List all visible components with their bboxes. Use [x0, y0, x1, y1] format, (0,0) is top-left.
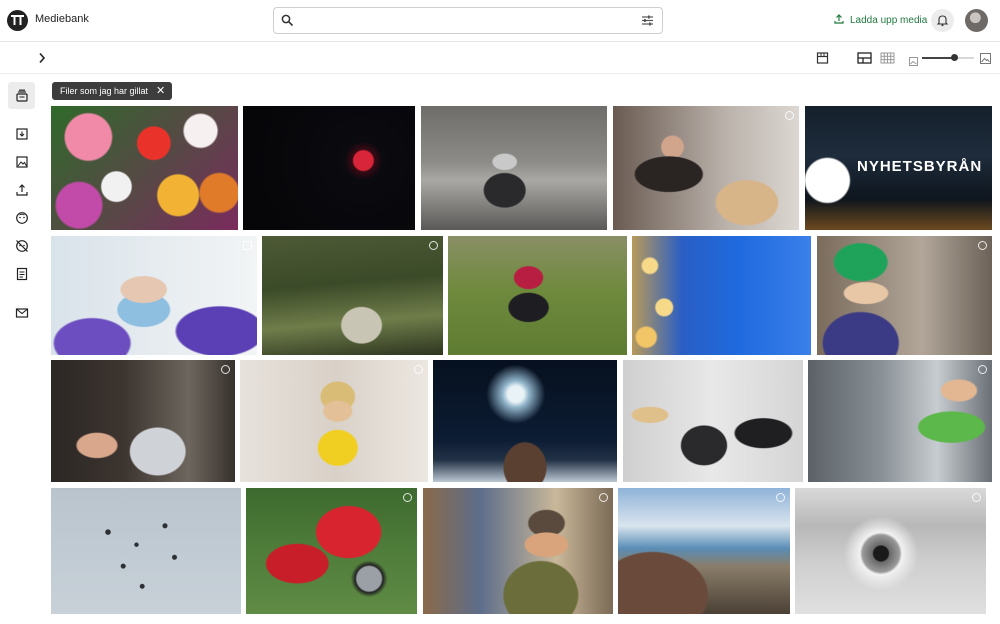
storefront-icon[interactable]	[816, 51, 829, 69]
logo-icon[interactable]	[7, 10, 28, 31]
upload-media-label: Ladda upp media	[850, 15, 928, 26]
small-image-icon	[909, 53, 918, 71]
info-icon	[221, 365, 230, 374]
face-icon	[15, 211, 28, 224]
notifications-button[interactable]	[931, 9, 954, 32]
photo-eye-closeup[interactable]	[795, 488, 986, 614]
sign-text: NYHETSBYRÅN	[857, 158, 983, 175]
sidebar	[0, 74, 44, 624]
mail-icon	[15, 307, 28, 318]
photo-planes-formation[interactable]	[51, 488, 241, 614]
large-image-icon	[980, 51, 991, 69]
photo-lab-vial[interactable]	[51, 236, 257, 355]
photo-birds-lights[interactable]	[632, 236, 811, 355]
filter-chip: Filer som jag har gillat ✕	[52, 82, 173, 100]
photo-runner-legs[interactable]	[448, 236, 627, 355]
photo-flowers[interactable]	[51, 106, 238, 230]
view-toolbar	[0, 42, 1000, 74]
photo-red-vintage-car[interactable]	[246, 488, 417, 614]
archive-icon	[15, 127, 28, 140]
sidebar-item-liked[interactable]	[8, 82, 35, 109]
top-bar: Mediebank Ladda upp media	[0, 0, 1000, 42]
image-icon	[15, 155, 28, 168]
photo-woman-headphones[interactable]	[240, 360, 428, 482]
upload-media-button[interactable]: Ladda upp media	[834, 14, 927, 27]
close-icon[interactable]: ✕	[156, 85, 165, 97]
info-icon	[599, 493, 608, 502]
info-icon	[978, 241, 987, 250]
sidebar-item-archive[interactable]	[8, 120, 35, 147]
face-off-icon	[15, 239, 28, 252]
photo-fireworks-village[interactable]	[433, 360, 617, 482]
zoom-slider-fill	[922, 57, 955, 59]
photo-laptop-typing[interactable]	[51, 360, 235, 482]
stack-icon	[15, 89, 28, 102]
compact-grid-icon[interactable]	[880, 51, 895, 69]
photo-hardhat-worker[interactable]	[817, 236, 992, 355]
shield-icon	[429, 241, 438, 250]
photo-landscape-path[interactable]	[262, 236, 443, 355]
photo-red-moon[interactable]	[243, 106, 415, 230]
chevron-right-icon	[39, 52, 46, 64]
sidebar-item-upload[interactable]	[8, 176, 35, 203]
search-bar	[273, 7, 663, 34]
photo-bus-driver[interactable]	[808, 360, 992, 482]
photo-smiling-man[interactable]	[423, 488, 613, 614]
info-icon	[785, 111, 794, 120]
zoom-slider[interactable]	[922, 54, 974, 61]
info-icon	[403, 493, 412, 502]
photo-mountain-lake[interactable]	[618, 488, 790, 614]
zoom-slider-handle[interactable]	[951, 54, 959, 61]
photo-woman-parcel[interactable]	[613, 106, 799, 230]
document-icon	[16, 267, 27, 280]
upload-icon	[15, 183, 28, 196]
sidebar-item-hidden-faces[interactable]	[8, 232, 35, 259]
photo-cyclist-rain[interactable]	[421, 106, 607, 230]
brand-name: Mediebank	[35, 13, 89, 25]
info-icon	[414, 365, 423, 374]
sidebar-item-messages[interactable]	[8, 299, 35, 326]
filter-settings-icon[interactable]	[641, 14, 654, 32]
user-avatar[interactable]	[965, 9, 988, 32]
sidebar-item-faces[interactable]	[8, 204, 35, 231]
photo-press-interview[interactable]	[623, 360, 803, 482]
photo-nyhetsbyran-sign[interactable]: NYHETSBYRÅN	[805, 106, 992, 230]
expand-sidebar-button[interactable]	[34, 50, 50, 66]
upload-icon	[834, 14, 844, 27]
image-badge-icon	[243, 241, 252, 250]
grid-layout-icon[interactable]	[857, 51, 872, 69]
info-icon	[972, 493, 981, 502]
sidebar-item-images[interactable]	[8, 148, 35, 175]
search-icon	[281, 14, 294, 32]
filter-chip-label: Filer som jag har gillat	[60, 86, 149, 96]
info-icon	[776, 493, 785, 502]
sidebar-item-documents[interactable]	[8, 260, 35, 287]
info-icon	[978, 365, 987, 374]
search-input[interactable]	[300, 12, 630, 30]
